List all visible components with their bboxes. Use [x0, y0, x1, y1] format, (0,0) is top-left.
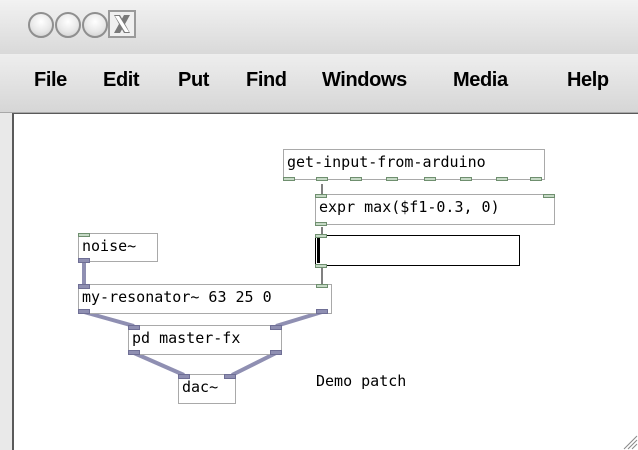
inlet[interactable]	[78, 233, 90, 237]
signal-outlet[interactable]	[78, 309, 90, 314]
menu-find[interactable]: Find	[246, 69, 287, 95]
object-pd-master-fx[interactable]: pd master-fx	[128, 325, 282, 355]
patch-canvas[interactable]: get-input-from-arduino expr max($f1-0.3,…	[12, 113, 638, 450]
outlet[interactable]	[496, 177, 508, 181]
signal-inlet[interactable]	[128, 325, 140, 330]
object-label: get-input-from-arduino	[287, 153, 486, 171]
outlet[interactable]	[350, 177, 362, 181]
menu-bar: File Edit Put Find Windows Media Help	[0, 54, 638, 113]
resize-grip-icon[interactable]	[620, 432, 638, 450]
outlet[interactable]	[315, 264, 327, 268]
object-get-input-from-arduino[interactable]: get-input-from-arduino	[283, 149, 545, 180]
object-label: pd master-fx	[132, 329, 241, 347]
menu-edit[interactable]: Edit	[103, 69, 140, 95]
patch-comment: Demo patch	[316, 372, 407, 390]
inlet[interactable]	[543, 194, 555, 198]
zoom-button[interactable]	[82, 12, 108, 38]
object-label: expr max($f1-0.3, 0)	[319, 198, 500, 216]
outlet[interactable]	[386, 177, 398, 181]
outlet[interactable]	[316, 177, 328, 181]
object-noise[interactable]: noise~	[78, 233, 158, 262]
object-expr[interactable]: expr max($f1-0.3, 0)	[315, 194, 555, 225]
signal-inlet[interactable]	[178, 374, 190, 379]
object-label: my-resonator~ 63 25 0	[82, 288, 272, 306]
inlet[interactable]	[315, 194, 327, 198]
minimize-button[interactable]	[55, 12, 81, 38]
outlet[interactable]	[315, 222, 327, 226]
x11-icon[interactable]	[108, 10, 136, 38]
menu-windows[interactable]: Windows	[322, 69, 407, 95]
outlet[interactable]	[460, 177, 472, 181]
signal-outlet[interactable]	[78, 258, 90, 263]
signal-inlet[interactable]	[78, 284, 90, 289]
object-label: dac~	[182, 378, 219, 396]
menu-file[interactable]: File	[34, 69, 67, 95]
outlet[interactable]	[283, 177, 295, 181]
wire-masterfx-to-dac-right[interactable]	[231, 351, 277, 377]
hslider[interactable]	[315, 235, 520, 266]
inlet[interactable]	[315, 234, 327, 238]
menu-media[interactable]: Media	[453, 69, 508, 95]
wire-resonator-to-masterfx-left[interactable]	[83, 310, 135, 328]
close-button[interactable]	[28, 12, 54, 38]
pd-patch-window: File Edit Put Find Windows Media Help ge…	[0, 0, 638, 450]
signal-inlet[interactable]	[270, 325, 282, 330]
signal-outlet[interactable]	[128, 350, 140, 355]
inlet[interactable]	[316, 284, 328, 288]
signal-inlet[interactable]	[224, 374, 236, 379]
menu-help[interactable]: Help	[567, 69, 609, 95]
object-label: noise~	[82, 237, 137, 255]
signal-outlet[interactable]	[316, 309, 328, 314]
wire-masterfx-to-dac-left[interactable]	[133, 351, 185, 377]
wire-resonator-to-masterfx-right[interactable]	[275, 310, 323, 328]
outlet[interactable]	[424, 177, 436, 181]
menu-put[interactable]: Put	[178, 69, 209, 95]
hslider-knob[interactable]	[317, 237, 320, 263]
signal-outlet[interactable]	[270, 350, 282, 355]
title-bar[interactable]	[0, 0, 638, 54]
outlet[interactable]	[530, 177, 542, 181]
object-my-resonator[interactable]: my-resonator~ 63 25 0	[78, 284, 332, 314]
